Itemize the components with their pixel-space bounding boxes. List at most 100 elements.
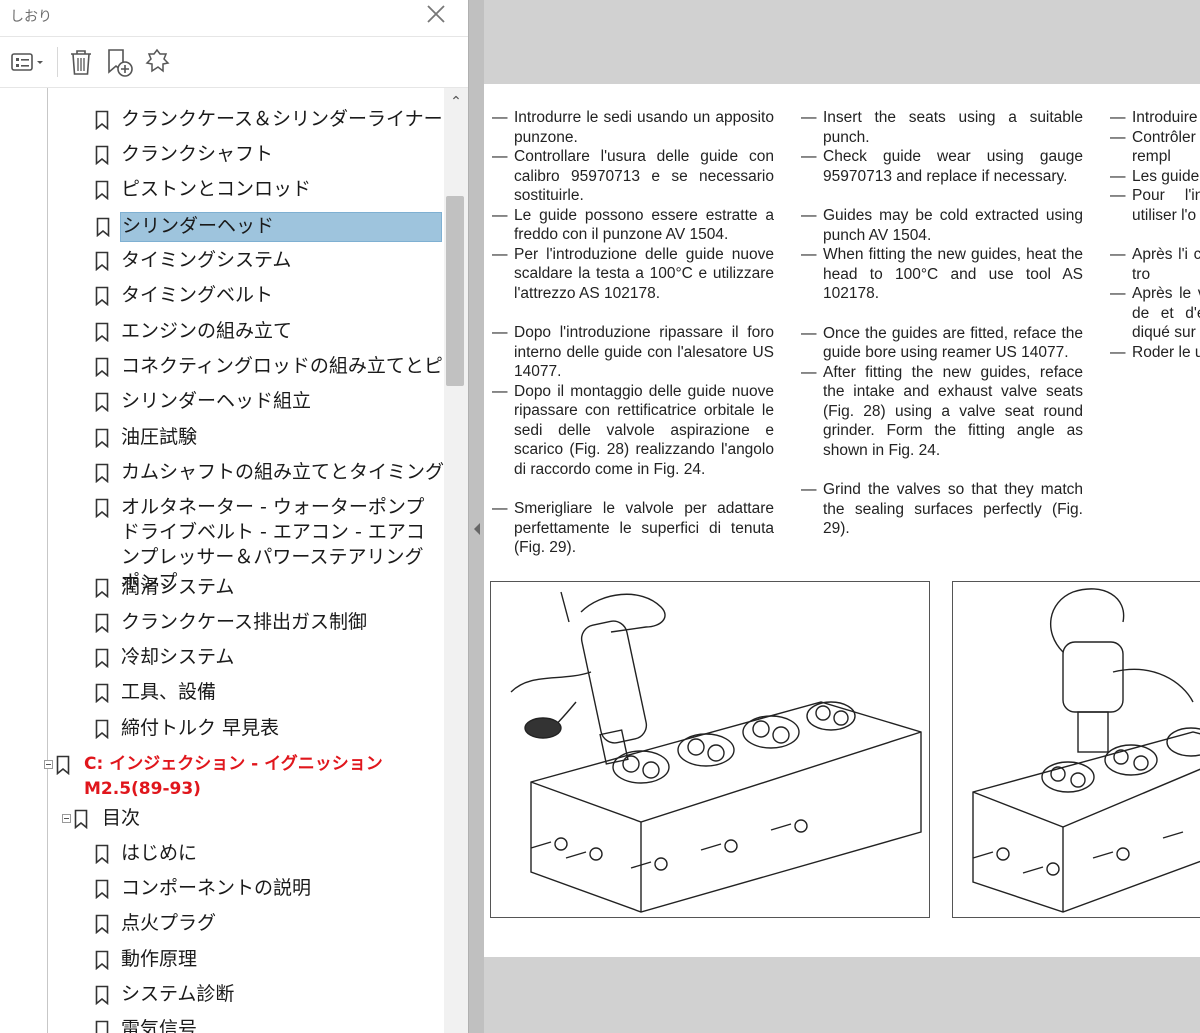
paragraph: Après le ves, rect sièges de et d'écha l…	[1110, 284, 1200, 343]
collapse-panel-icon[interactable]	[473, 522, 481, 536]
paragraph: Insert the seats using a suitable punch.	[801, 108, 1083, 147]
bookmark-label: 工具、設備	[121, 681, 217, 703]
bookmark-item[interactable]: タイミングシステム	[88, 246, 442, 276]
document-viewport[interactable]: Introdurre le sedi usando un apposito pu…	[484, 0, 1200, 1033]
bookmark-icon	[95, 145, 109, 165]
bookmark-label: 目次	[102, 807, 141, 829]
bookmark-item[interactable]: クランクケース排出ガス制御	[88, 608, 442, 638]
bookmark-label: 潤滑システム	[121, 576, 235, 598]
section-label: C: インジェクション - イグニッション M2.5(89-93)	[84, 754, 383, 799]
paragraph: After fitting the new guides, reface the…	[801, 363, 1083, 461]
paragraph: Le guide possono essere estratte a fredd…	[492, 206, 774, 245]
paragraph: Roder le une étanc	[1110, 343, 1200, 363]
scrollbar-thumb[interactable]	[446, 196, 464, 386]
bookmark-item[interactable]: 電気信号	[88, 1015, 442, 1033]
bookmark-item[interactable]: 動作原理	[88, 945, 442, 975]
bookmark-item[interactable]: 冷却システム	[88, 643, 442, 673]
options-menu-button[interactable]	[10, 45, 46, 79]
bookmark-label: 動作原理	[121, 948, 198, 970]
bookmark-label: はじめに	[121, 842, 198, 864]
close-panel-button[interactable]	[424, 2, 448, 26]
bookmark-icon	[95, 578, 109, 598]
bookmark-label: 締付トルク 早見表	[121, 717, 280, 739]
bookmark-icon	[95, 683, 109, 703]
paragraph: Pour l'int ves, chau utiliser l'o	[1110, 186, 1200, 225]
bookmark-label: クランクシャフト	[121, 143, 274, 165]
bookmark-icon	[95, 286, 109, 306]
bookmark-icon	[95, 110, 109, 130]
paragraph: When fitting the new guides, heat the he…	[801, 245, 1083, 304]
bookmark-item[interactable]: 工具、設備	[88, 678, 442, 708]
bookmark-label: シリンダーヘッド	[122, 215, 275, 237]
bookmark-item[interactable]: カムシャフトの組み立てとタイミングベルト	[88, 458, 444, 488]
bookmark-label: システム診断	[121, 983, 235, 1005]
delete-bookmark-button[interactable]	[66, 45, 96, 79]
new-bookmark-button[interactable]	[104, 45, 136, 79]
bookmark-item[interactable]: タイミングベルト	[88, 281, 442, 311]
bookmarks-toolbar	[0, 36, 468, 88]
panel-title: しおり	[10, 9, 52, 25]
bookmark-label: 冷却システム	[121, 646, 235, 668]
bookmark-item[interactable]: シリンダーヘッド組立	[88, 387, 442, 417]
bookmark-label: エンジンの組み立て	[121, 320, 293, 342]
panel-header: しおり	[0, 0, 468, 32]
figure-valve-grinding	[952, 581, 1200, 918]
bookmark-icon	[56, 755, 70, 775]
bookmark-icon	[95, 428, 109, 448]
bookmark-item[interactable]: 締付トルク 早見表	[88, 714, 442, 744]
bookmark-tree: クランクケース＆シリンダーライナー クランクシャフト ピストンとコンロッド シリ…	[0, 88, 444, 1033]
bookmark-icon	[95, 498, 109, 518]
paragraph: Grind the valves so that they match the …	[801, 480, 1083, 539]
paragraph: Check guide wear using gauge 95970713 an…	[801, 147, 1083, 186]
paragraph: Introdurre le sedi usando un apposito pu…	[492, 108, 774, 147]
bookmark-item[interactable]: エンジンの組み立て	[88, 317, 442, 347]
panel-splitter[interactable]	[468, 0, 484, 1033]
bookmark-item[interactable]: クランクケース＆シリンダーライナー	[88, 105, 443, 135]
bookmark-item[interactable]: 潤滑システム	[88, 573, 442, 603]
bookmark-toc[interactable]: 目次	[62, 804, 442, 834]
bookmark-icon	[95, 322, 109, 342]
bookmarks-panel: しおり クランクケース＆シリンダーライナー クランクシャフト ピストンとコンロッ…	[0, 0, 468, 1033]
bookmark-item[interactable]: システム診断	[88, 980, 442, 1010]
bookmark-label: 点火プラグ	[121, 912, 217, 934]
expand-bookmark-button[interactable]	[142, 45, 174, 79]
bookmark-icon	[74, 809, 88, 829]
bookmark-item[interactable]: クランクシャフト	[88, 140, 442, 170]
paragraph: Dopo l'introduzione ripassare il foro in…	[492, 323, 774, 382]
collapse-toggle[interactable]	[44, 760, 53, 769]
bookmark-section[interactable]: C: インジェクション - イグニッション M2.5(89-93)	[44, 750, 442, 802]
bookmark-icon	[96, 217, 110, 237]
french-column: Introduire con adec Contrôler la jauge 9…	[1110, 108, 1200, 362]
bookmark-label: クランクケース＆シリンダーライナー	[121, 108, 443, 130]
bookmarks-scrollbar[interactable]: ⌃	[444, 88, 468, 1033]
bookmark-label: シリンダーヘッド組立	[121, 390, 312, 412]
figure-valve-seat-grinding	[490, 581, 930, 918]
document-page: Introdurre le sedi usando un apposito pu…	[484, 84, 1200, 957]
bookmark-icon	[95, 844, 109, 864]
bookmark-icon	[95, 357, 109, 377]
paragraph: Once the guides are fitted, reface the g…	[801, 324, 1083, 363]
paragraph: Dopo il montaggio delle guide nuove ripa…	[492, 382, 774, 480]
cylinder-head-illustration	[510, 591, 922, 913]
bookmark-item-selected[interactable]: シリンダーヘッド	[96, 212, 442, 242]
bookmark-item[interactable]: コネクティングロッドの組み立てとピストン	[88, 352, 444, 382]
bookmark-item[interactable]: ピストンとコンロッド	[88, 175, 442, 205]
bookmark-item[interactable]: はじめに	[88, 839, 442, 869]
bookmark-icon	[95, 950, 109, 970]
bookmark-icon	[95, 463, 109, 483]
bookmark-item[interactable]: 油圧試験	[88, 423, 442, 453]
bookmark-icon	[95, 392, 109, 412]
collapse-toggle[interactable]	[62, 814, 71, 823]
bookmark-label: クランクケース排出ガス制御	[121, 611, 368, 633]
bookmark-label: コネクティングロッドの組み立てとピストン	[121, 355, 444, 377]
scroll-up-icon[interactable]: ⌃	[444, 94, 468, 114]
bookmark-label: ピストンとコンロッド	[121, 178, 312, 200]
bookmark-item[interactable]: コンポーネントの説明	[88, 874, 442, 904]
bookmark-item[interactable]: 点火プラグ	[88, 909, 442, 939]
bookmark-label: タイミングベルト	[121, 284, 274, 306]
bookmark-item[interactable]: オルタネーター - ウォーターポンプ ドライブベルト - エアコン - エアコン…	[88, 493, 442, 593]
options-list-icon	[11, 53, 43, 71]
paragraph: Controllare l'usura delle guide con cali…	[492, 147, 774, 206]
bookmark-label: 油圧試験	[121, 426, 198, 448]
bookmark-icon	[95, 879, 109, 899]
